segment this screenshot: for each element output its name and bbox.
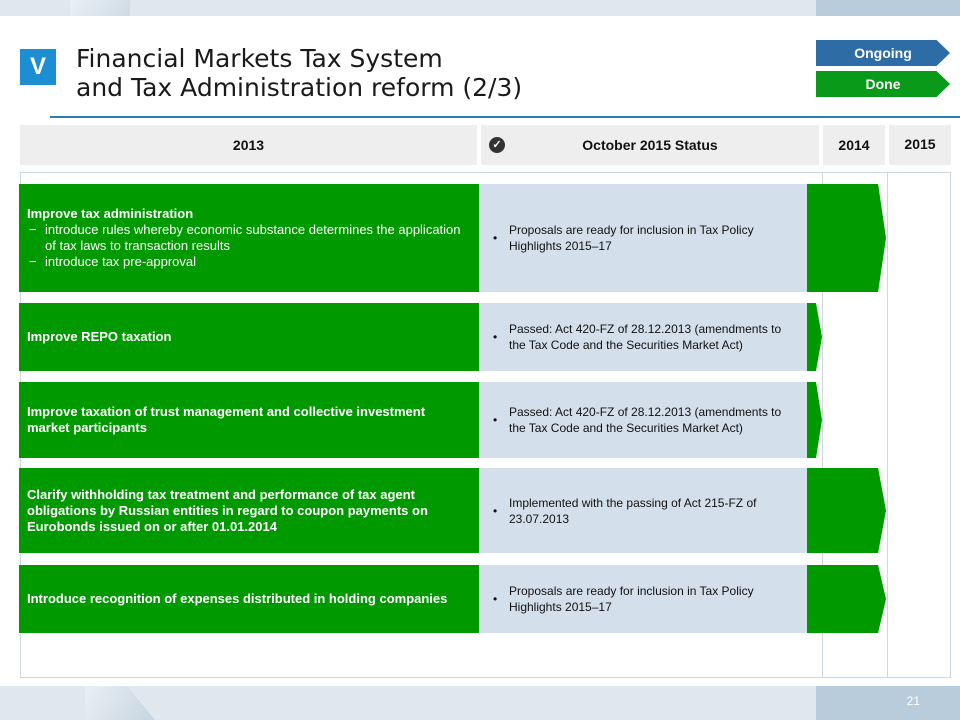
column-header-october-status-label: October 2015 Status: [582, 137, 718, 153]
timeline-arrow: [807, 468, 886, 553]
reform-status: • Passed: Act 420-FZ of 28.12.2013 (amen…: [479, 303, 807, 371]
reform-status-text: Implemented with the passing of Act 215-…: [509, 495, 757, 526]
column-header-october-status: ✓ October 2015 Status: [481, 125, 819, 165]
reform-task: Improve tax administration introduce rul…: [19, 184, 479, 292]
reform-task: Introduce recognition of expenses distri…: [19, 565, 479, 633]
reform-status-text: Passed: Act 420-FZ of 28.12.2013 (amendm…: [509, 405, 782, 435]
page-title: Financial Markets Tax System and Tax Adm…: [76, 44, 522, 102]
reform-status: • Proposals are ready for inclusion in T…: [479, 184, 807, 292]
check-circle-icon: ✓: [489, 137, 505, 153]
column-header-2014: 2014: [823, 125, 885, 165]
bullet-icon: •: [493, 413, 498, 427]
column-header-2013: 2013: [20, 125, 477, 165]
bullet-icon: •: [493, 503, 498, 518]
bullet-icon: •: [493, 231, 498, 245]
page-title-line-1: Financial Markets Tax System: [76, 44, 443, 73]
top-decor-wedge: [70, 0, 130, 16]
bottom-decor-wedge: [85, 686, 155, 720]
legend-done: Done: [816, 71, 950, 97]
reform-status: • Implemented with the passing of Act 21…: [479, 468, 807, 553]
top-decor-band: [0, 0, 960, 16]
reform-task: Clarify withholding tax treatment and pe…: [19, 468, 479, 553]
bullet-icon: •: [493, 592, 498, 606]
grid-divider-2015: [887, 172, 888, 678]
reform-status-text: Proposals are ready for inclusion in Tax…: [509, 584, 754, 614]
timeline-arrow: [807, 565, 886, 633]
timeline-arrow: [807, 184, 886, 292]
column-header-2015: 2015: [889, 125, 951, 165]
reform-task-heading: Improve taxation of trust management and…: [27, 404, 426, 435]
reform-task-heading: Improve REPO taxation: [27, 329, 172, 344]
reform-task-subitems: introduce rules whereby economic substan…: [27, 222, 467, 270]
reform-status-text: Proposals are ready for inclusion in Tax…: [509, 223, 754, 253]
page-title-line-2: and Tax Administration reform (2/3): [76, 73, 523, 102]
reform-task-subitem: introduce rules whereby economic substan…: [27, 222, 467, 254]
reform-task: Improve taxation of trust management and…: [19, 382, 479, 458]
legend-ongoing: Ongoing: [816, 40, 950, 66]
reform-task-heading: Clarify withholding tax treatment and pe…: [27, 486, 428, 534]
reform-task-heading: Introduce recognition of expenses distri…: [27, 591, 448, 606]
bottom-decor-band: [0, 686, 960, 720]
page-number: 21: [906, 694, 920, 708]
reform-status: • Proposals are ready for inclusion in T…: [479, 565, 807, 633]
reform-task-heading: Improve tax administration: [27, 206, 194, 221]
reform-task-subitem: introduce tax pre-approval: [27, 254, 467, 270]
bullet-icon: •: [493, 330, 498, 344]
reform-task: Improve REPO taxation: [19, 303, 479, 371]
reform-status: • Passed: Act 420-FZ of 28.12.2013 (amen…: [479, 382, 807, 458]
reform-status-text: Passed: Act 420-FZ of 28.12.2013 (amendm…: [509, 322, 782, 352]
bottom-decor-accent: [816, 686, 960, 720]
section-badge: V: [20, 49, 56, 85]
top-decor-accent: [816, 0, 960, 16]
title-divider: [50, 116, 960, 118]
